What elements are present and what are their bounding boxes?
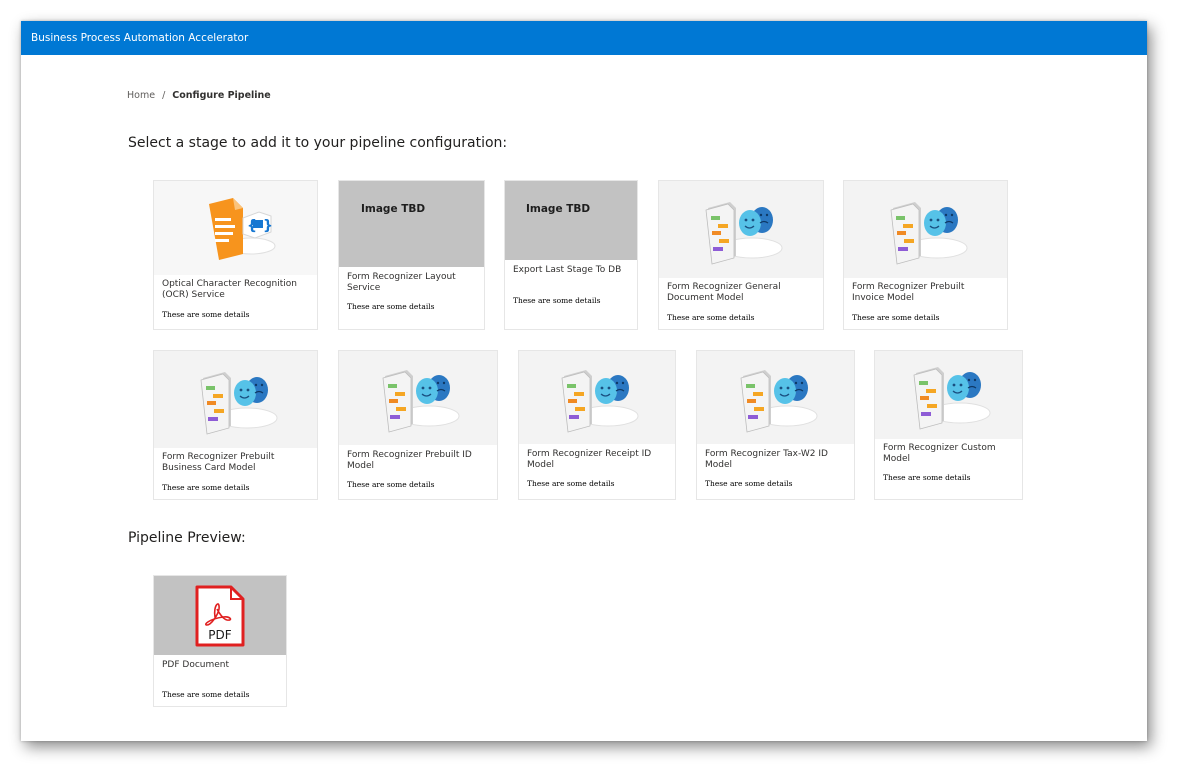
preview-card-pdf[interactable]: PDF PDF Document These are some details xyxy=(153,575,287,707)
image-tbd-label: Image TBD xyxy=(526,203,591,215)
stage-card-image xyxy=(659,181,823,278)
stage-card-details: These are some details xyxy=(513,296,601,305)
stage-card-image xyxy=(875,351,1022,439)
preview-heading: Pipeline Preview: xyxy=(128,530,246,546)
stages-heading: Select a stage to add it to your pipelin… xyxy=(128,135,508,151)
stage-card-details: These are some details xyxy=(705,479,793,488)
stage-card-export-db[interactable]: Image TBD Export Last Stage To DB These … xyxy=(504,180,638,330)
app-window: Business Process Automation Accelerator … xyxy=(21,21,1147,741)
stage-card-image xyxy=(339,351,497,445)
stage-card-business-card[interactable]: Form Recognizer Prebuilt Business Card M… xyxy=(153,350,318,500)
stage-card-image xyxy=(844,181,1007,278)
stage-card-image xyxy=(519,351,675,444)
stage-card-general-document[interactable]: Form Recognizer General Document Model T… xyxy=(658,180,824,330)
stage-card-receipt-id[interactable]: Form Recognizer Receipt ID Model These a… xyxy=(518,350,676,500)
stage-card-image xyxy=(154,351,317,448)
stage-card-layout[interactable]: Image TBD Form Recognizer Layout Service… xyxy=(338,180,485,330)
form-recognizer-icon xyxy=(871,190,981,270)
stage-card-details: These are some details xyxy=(883,473,971,482)
ocr-icon: { } xyxy=(208,198,275,260)
svg-text:}: } xyxy=(263,218,273,234)
stage-card-title: Export Last Stage To DB xyxy=(513,265,622,275)
stage-card-details: These are some details xyxy=(162,310,250,319)
breadcrumb-current: Configure Pipeline xyxy=(172,90,271,101)
stage-card-title: Optical Character Recognition (OCR) Serv… xyxy=(162,279,297,300)
pdf-icon: PDF xyxy=(195,585,245,646)
stage-card-details: These are some details xyxy=(667,313,755,322)
stage-card-details: These are some details xyxy=(347,302,435,311)
app-title: Business Process Automation Accelerator xyxy=(31,32,249,44)
stage-card-title: Form Recognizer Prebuilt Business Card M… xyxy=(162,452,275,473)
breadcrumb: Home / Configure Pipeline xyxy=(127,90,271,101)
stage-card-title: Form Recognizer Prebuilt ID Model xyxy=(347,450,472,471)
stage-card-prebuilt-id[interactable]: Form Recognizer Prebuilt ID Model These … xyxy=(338,350,498,500)
form-recognizer-icon xyxy=(721,358,831,438)
stage-card-image: { } xyxy=(154,181,317,275)
breadcrumb-home[interactable]: Home xyxy=(127,90,155,101)
pdf-icon-text: PDF xyxy=(208,628,231,642)
stage-card-details: These are some details xyxy=(852,313,940,322)
form-recognizer-icon xyxy=(181,360,291,440)
form-recognizer-icon xyxy=(363,358,473,438)
stage-card-image: Image TBD xyxy=(339,181,484,267)
stage-card-prebuilt-invoice[interactable]: Form Recognizer Prebuilt Invoice Model T… xyxy=(843,180,1008,330)
form-recognizer-icon xyxy=(894,355,1004,435)
stage-card-custom-model[interactable]: Form Recognizer Custom Model These are s… xyxy=(874,350,1023,500)
stage-card-image xyxy=(697,351,854,444)
preview-card-title: PDF Document xyxy=(162,660,230,670)
stage-card-title: Form Recognizer Custom Model xyxy=(883,443,996,464)
stage-card-image: Image TBD xyxy=(505,181,637,260)
form-recognizer-icon xyxy=(686,190,796,270)
stage-card-title: Form Recognizer Layout Service xyxy=(347,272,456,293)
breadcrumb-separator: / xyxy=(162,90,166,101)
stage-card-tax-w2[interactable]: Form Recognizer Tax-W2 ID Model These ar… xyxy=(696,350,855,500)
app-header: Business Process Automation Accelerator xyxy=(21,21,1147,55)
stage-card-ocr[interactable]: { } Optical Character Recognition (OCR) … xyxy=(153,180,318,330)
stage-card-details: These are some details xyxy=(347,480,435,489)
stage-card-details: These are some details xyxy=(527,479,615,488)
stage-card-details: These are some details xyxy=(162,483,250,492)
stage-card-title: Form Recognizer Tax-W2 ID Model xyxy=(705,449,828,470)
stage-card-title: Form Recognizer Prebuilt Invoice Model xyxy=(852,282,965,303)
form-recognizer-icon xyxy=(542,358,652,438)
preview-card-details: These are some details xyxy=(162,690,250,699)
stage-card-title: Form Recognizer General Document Model xyxy=(667,282,781,303)
stage-card-title: Form Recognizer Receipt ID Model xyxy=(527,449,652,470)
preview-card-image: PDF xyxy=(154,576,286,655)
image-tbd-label: Image TBD xyxy=(361,203,426,215)
